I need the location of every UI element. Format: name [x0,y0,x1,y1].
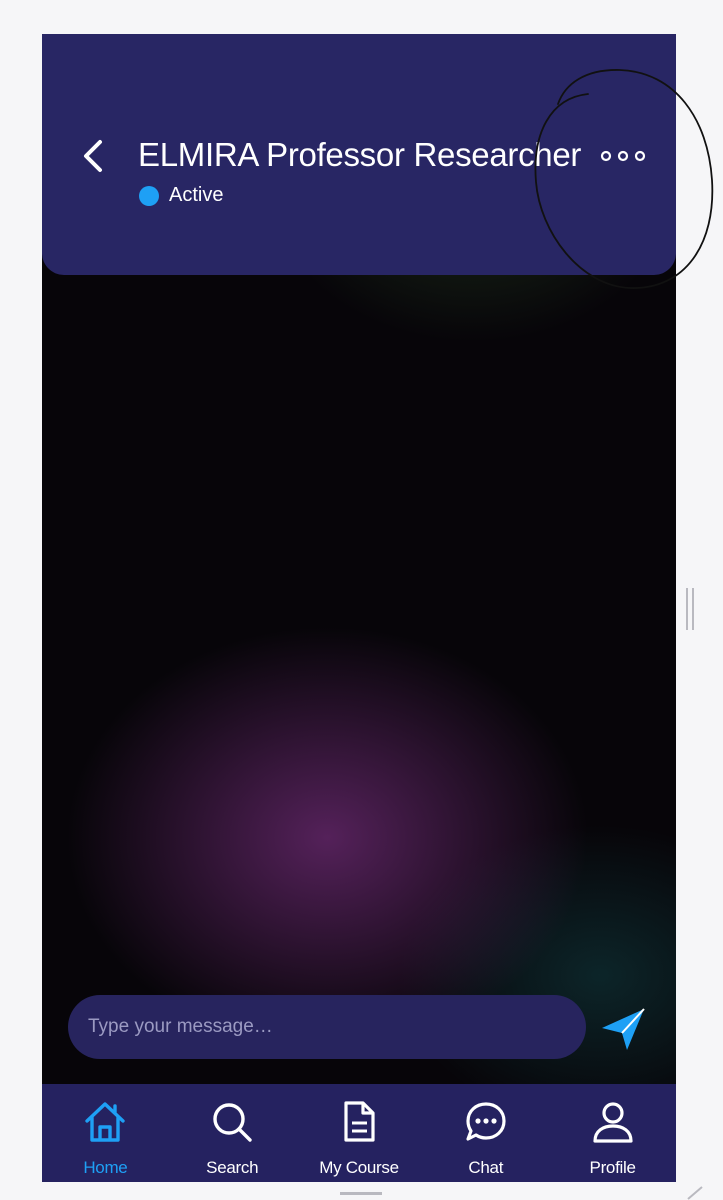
nav-item-home[interactable]: Home [42,1084,169,1182]
nav-label-home: Home [83,1158,128,1177]
chat-header: ELMIRA Professor Researcher Active [42,34,676,275]
search-icon [213,1103,252,1142]
nav-item-chat[interactable]: Chat [422,1084,549,1182]
message-composer [68,995,586,1059]
resize-corner-icon[interactable] [686,1186,706,1200]
resize-handle-horizontal[interactable] [340,1192,382,1195]
browser-viewport: ELMIRA Professor Researcher Active Type … [0,0,723,1200]
message-input[interactable] [88,1016,586,1038]
status-dot [139,185,159,206]
chat-title: ELMIRA Professor Researcher [138,136,582,173]
nav-label-chat: Chat [468,1158,504,1177]
home-icon [85,1102,126,1142]
chat-bubble-icon [466,1102,506,1141]
nav-item-profile[interactable]: Profile [549,1084,676,1182]
presence-status: Active [139,184,223,207]
app-screen: ELMIRA Professor Researcher Active Type … [42,34,676,1182]
nav-item-search[interactable]: Search [169,1084,296,1182]
status-label: Active [169,184,224,206]
more-horizontal-icon [600,150,646,162]
chevron-left-icon [84,140,102,172]
nav-label-search: Search [206,1158,259,1177]
send-button[interactable] [598,1004,648,1054]
nav-item-my-course[interactable]: My Course [296,1084,423,1182]
send-icon [602,1008,645,1050]
bottom-navigation: Home Search My Course Chat Profile [42,1084,676,1182]
user-icon [592,1102,633,1143]
more-options-button[interactable] [598,142,648,170]
nav-label-profile: Profile [589,1158,636,1177]
back-button[interactable] [76,135,110,177]
resize-handle-vertical[interactable] [686,588,694,630]
document-icon [344,1101,375,1142]
nav-label-my-course: My Course [319,1158,399,1177]
